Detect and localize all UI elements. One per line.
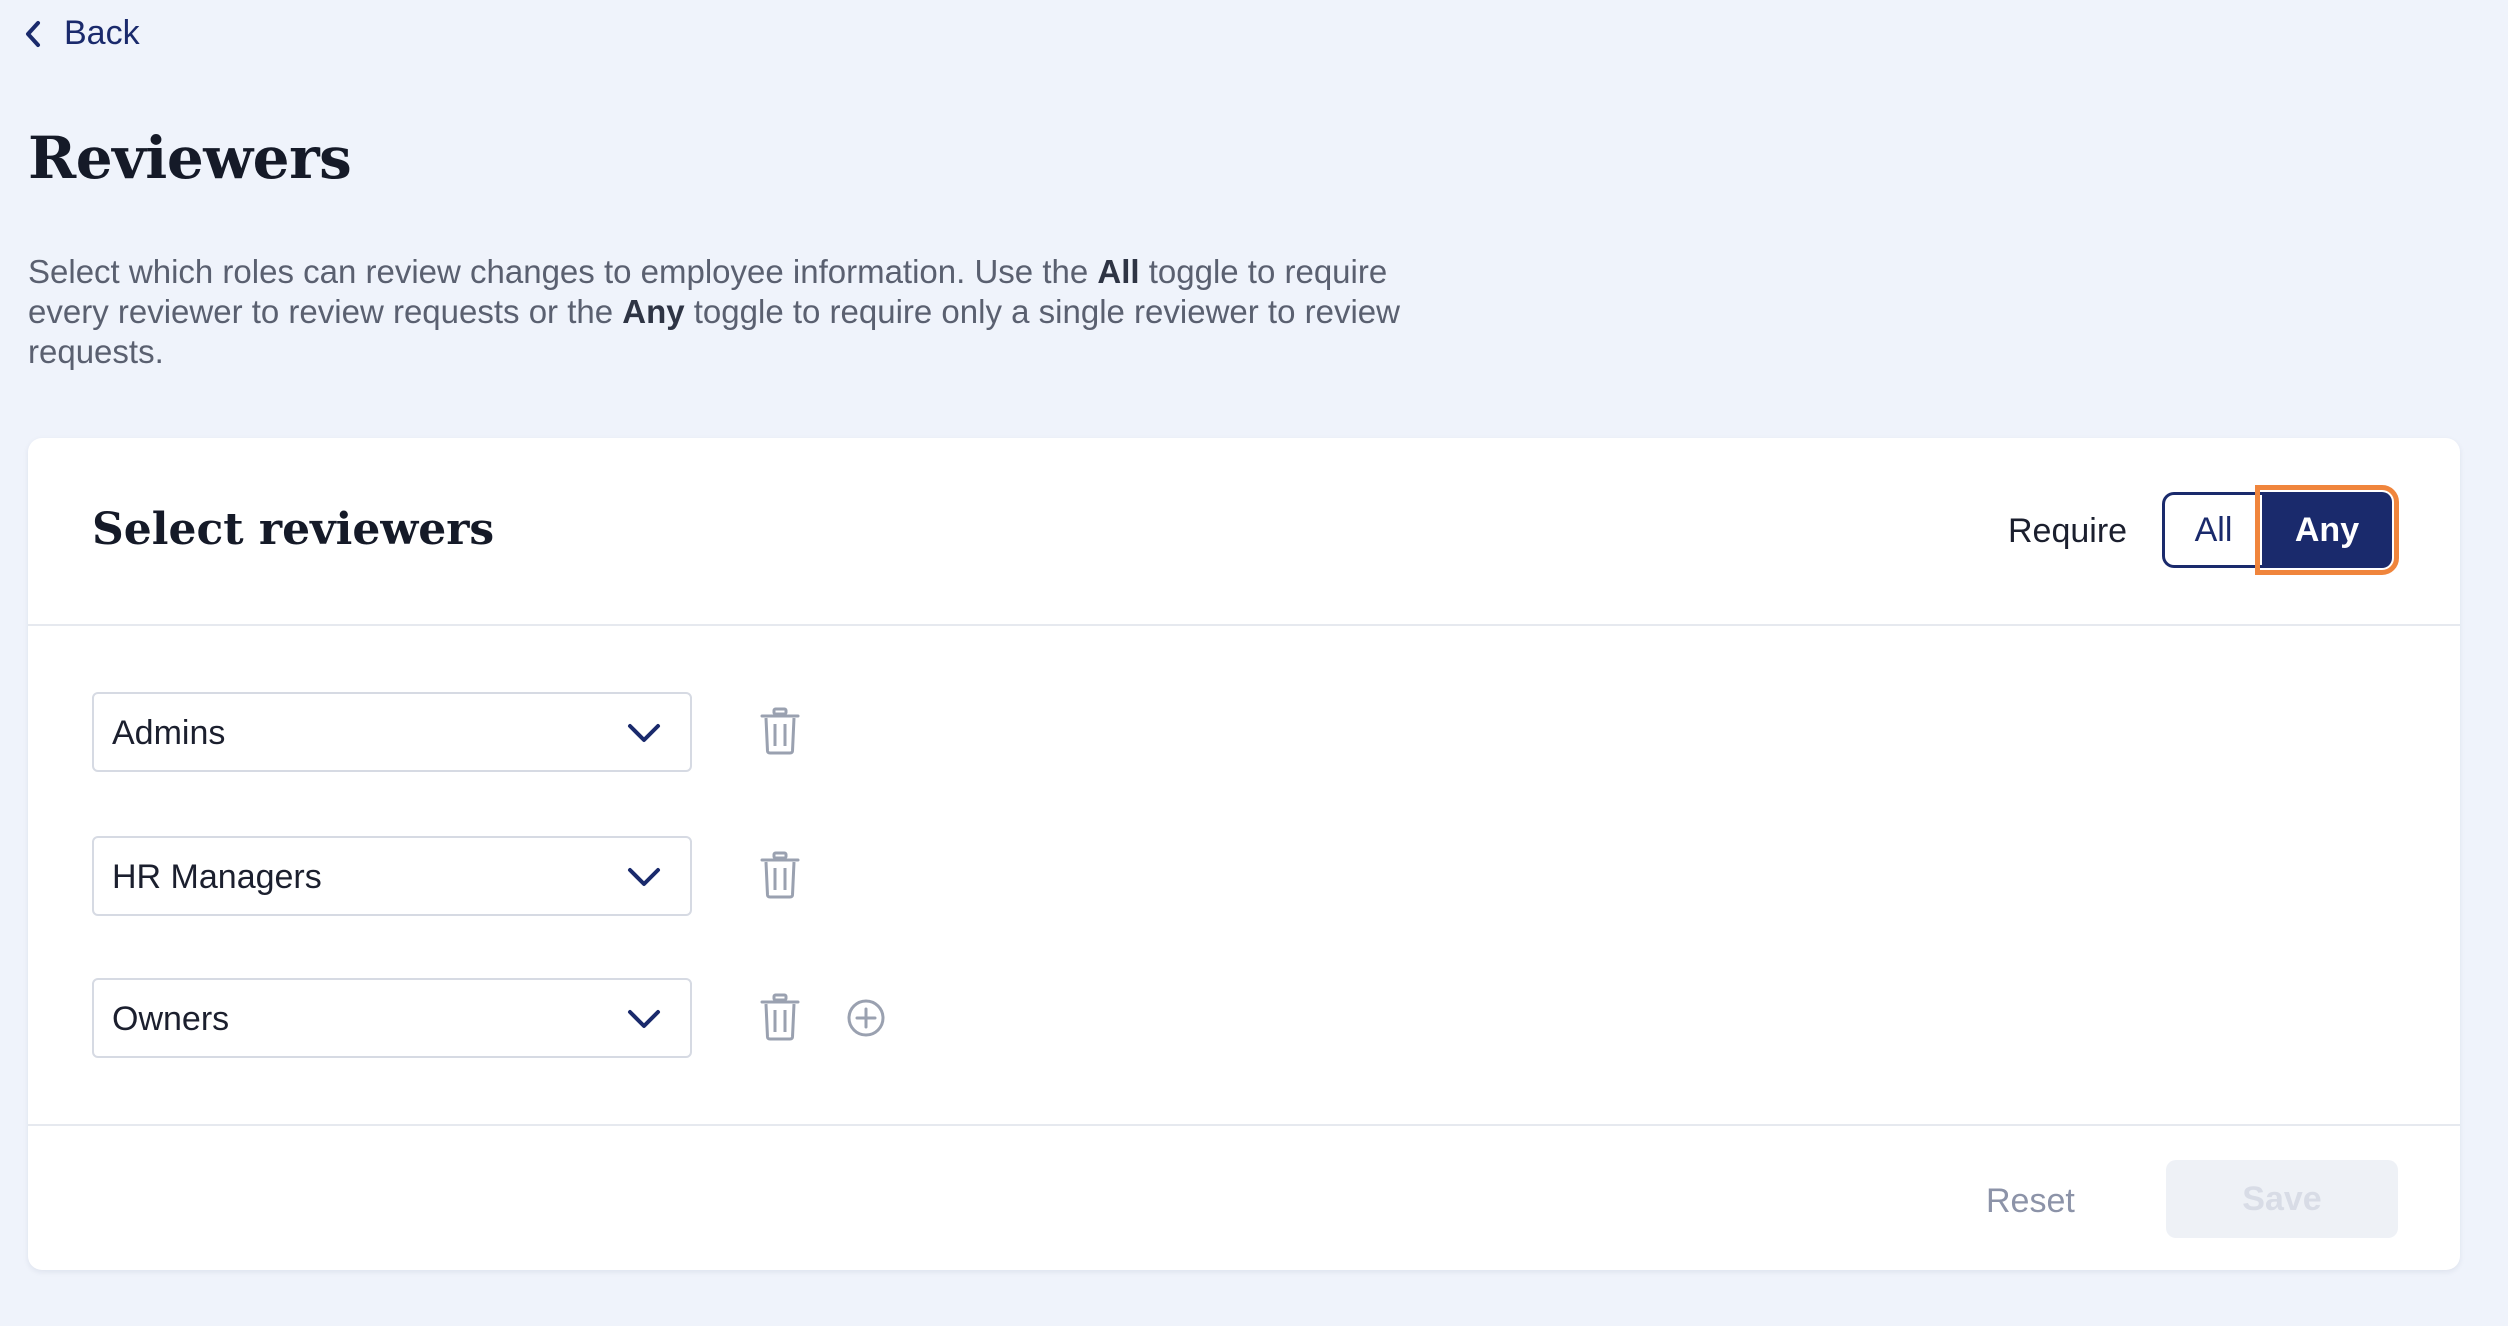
card-footer: Reset Save [28,1124,2460,1272]
card-header: Select reviewers Require All Any [28,438,2460,626]
select-value: Admins [112,714,226,752]
trash-icon[interactable] [758,992,802,1042]
toggle-all-button[interactable]: All [2162,492,2262,568]
reset-button[interactable]: Reset [1986,1182,2075,1221]
chevron-left-icon [26,20,40,47]
select-reviewers-card: Select reviewers Require All Any Admins [28,438,2460,1270]
save-button[interactable]: Save [2166,1160,2398,1238]
reviewer-row: Owners [92,978,992,1058]
trash-icon[interactable] [758,706,802,756]
reviewer-role-select[interactable]: HR Managers [92,836,692,916]
chevron-down-icon [628,724,660,742]
back-link[interactable]: Back [24,14,140,53]
reviewer-row: Admins [92,692,992,772]
description-text: Select which roles can review changes to… [28,253,1098,290]
description-bold-any: Any [622,293,685,330]
select-value: HR Managers [112,858,322,896]
plus-circle-icon[interactable] [846,998,886,1038]
select-value: Owners [112,1000,230,1038]
description-bold-all: All [1097,253,1140,290]
page-title: Reviewers [28,124,352,192]
trash-icon[interactable] [758,850,802,900]
reviewers-page: Back Reviewers Select which roles can re… [0,0,2508,1326]
reviewer-role-select[interactable]: Owners [92,978,692,1058]
reviewer-role-select[interactable]: Admins [92,692,692,772]
chevron-down-icon [628,868,660,886]
card-title: Select reviewers [92,504,495,555]
back-label: Back [64,14,140,52]
reviewer-row: HR Managers [92,836,992,916]
page-description: Select which roles can review changes to… [28,252,1468,372]
chevron-down-icon [628,1010,660,1028]
require-label: Require [2008,512,2128,550]
toggle-any-button[interactable]: Any [2255,485,2399,575]
